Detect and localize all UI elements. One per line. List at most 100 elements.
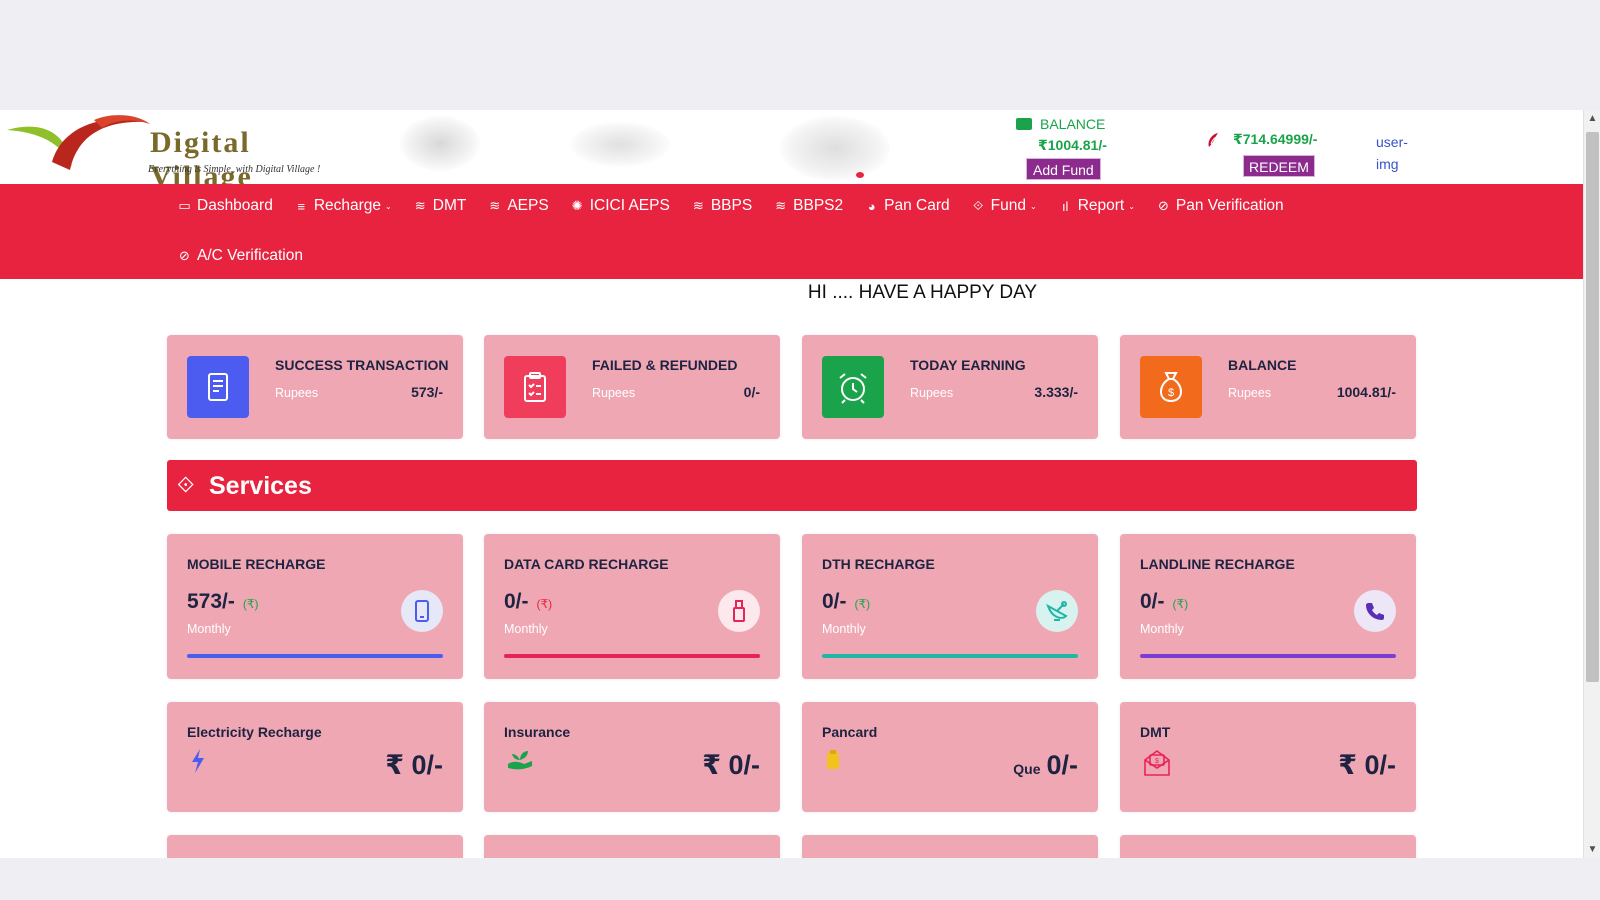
service-title: Pancard [822,724,878,740]
recharge-value: 0/- (₹) [504,590,552,614]
compass-icon: ⊘ [179,248,190,263]
nav-item-a-c-verification[interactable]: ⊘ A/C Verification [178,244,303,268]
nav-item-label: Dashboard [197,197,273,214]
stat-card-failed-refunded[interactable]: FAILED & REFUNDED Rupees 0/- [484,335,780,439]
recharge-card-landline-recharge[interactable]: LANDLINE RECHARGE 0/- (₹) Monthly [1120,534,1416,679]
service-card-insurance[interactable]: Insurance ₹ 0/- [484,702,780,812]
balance-amount: ₹1004.81/- [1038,137,1107,153]
service-card-partial[interactable] [484,835,780,858]
reward-icon [1208,133,1219,147]
nav-item-label: AEPS [507,197,549,214]
nav-item-label: Recharge [313,197,382,214]
nav-item-label: Report [1077,197,1125,214]
hand-plant-icon [506,748,534,778]
recharge-period: Monthly [187,622,231,636]
lightning-icon [189,748,207,780]
vertical-scrollbar[interactable]: ▲ ▼ [1583,110,1600,858]
nav-item-dashboard[interactable]: ▭ Dashboard [178,194,273,218]
scroll-up-arrow-icon[interactable]: ▲ [1584,110,1600,127]
service-value: ₹ 0/- [702,750,760,781]
stat-title: BALANCE [1228,357,1297,373]
nav-item-label: Pan Card [884,197,950,214]
recharge-title: MOBILE RECHARGE [187,556,326,572]
nav-item-icici-aeps[interactable]: ✺ ICICI AEPS [571,194,670,218]
layers-icon: ≋ [692,198,704,213]
service-card-partial[interactable] [167,835,463,858]
logo[interactable]: Digital Village Everything is Simple, wi… [2,112,352,193]
recharge-period: Monthly [822,622,866,636]
rupee-symbol: (₹) [242,597,259,611]
stat-value: 1004.81/- [1336,384,1396,400]
page-viewport: Digital Village Everything is Simple, wi… [0,110,1600,858]
redeem-button[interactable]: REDEEM [1243,155,1315,177]
scroll-thumb[interactable] [1586,132,1599,682]
rupee-symbol: (₹) [854,597,871,611]
service-card-dmt[interactable]: DMT $ ₹ 0/- [1120,702,1416,812]
recharge-period: Monthly [504,622,548,636]
database-icon: ≡ [297,198,306,214]
satellite-dish-icon [1036,590,1078,632]
receipt-icon [187,356,249,418]
recharge-amount: 573/- [187,590,235,613]
service-card-electricity-recharge[interactable]: Electricity Recharge ₹ 0/- [167,702,463,812]
wallet-balance: BALANCE ₹1004.81/- [1016,116,1126,154]
user-avatar[interactable]: user-img [1376,131,1420,175]
stat-card-success-transaction[interactable]: SUCCESS TRANSACTION Rupees 573/- [167,335,463,439]
main-nav: ▭ Dashboard ≡ Recharge ⌄ ≋ DMT ≋ AEPS ✺ ICICI AEPS… [0,184,1583,279]
progress-bar [1140,654,1396,658]
red-marker [856,172,864,178]
nav-item-label: DMT [432,197,467,214]
nav-item-bbps[interactable]: ≋ BBPS [692,194,752,218]
service-card-partial[interactable] [802,835,1098,858]
stat-value: 3.333/- [1034,384,1078,400]
nav-row-2: ⊘ A/C Verification [178,244,325,268]
stat-card-today-earning[interactable]: TODAY EARNING Rupees 3.333/- [802,335,1098,439]
browser-bottom-area [0,858,1600,900]
monitor-icon: ▭ [178,198,191,213]
nav-item-aeps[interactable]: ≋ AEPS [488,194,548,218]
rupee-symbol: (₹) [536,597,553,611]
nav-item-label: BBPS [710,197,753,214]
nav-item-report[interactable]: ıl Report ⌄ [1059,194,1135,218]
nav-item-label: BBPS2 [793,197,844,214]
layers-icon: ≋ [489,198,501,213]
stat-subtitle: Rupees [910,386,954,400]
recharge-card-dth-recharge[interactable]: DTH RECHARGE 0/- (₹) Monthly [802,534,1098,679]
add-fund-button[interactable]: Add Fund [1026,158,1101,180]
service-amount: ₹ 0/- [385,750,443,780]
stat-card-balance[interactable]: $ BALANCE Rupees 1004.81/- [1120,335,1416,439]
nav-item-bbps2[interactable]: ≋ BBPS2 [774,194,843,218]
chevron-down-icon: ⌄ [385,201,392,211]
nav-item-fund[interactable]: ⟐ Fund ⌄ [972,194,1037,218]
nav-item-recharge[interactable]: ≡ Recharge ⌄ [295,194,392,218]
service-card-partial[interactable] [1120,835,1416,858]
recharge-card-mobile-recharge[interactable]: MOBILE RECHARGE 573/- (₹) Monthly [167,534,463,679]
chevron-down-icon: ⌄ [1128,201,1135,211]
chevron-down-icon: ⌄ [1029,201,1037,211]
nav-item-pan-verification[interactable]: ⊘ Pan Verification [1157,194,1284,218]
recharge-amount: 0/- [822,590,847,613]
scroll-down-arrow-icon[interactable]: ▼ [1584,841,1600,858]
compass-icon: ⊘ [1157,198,1169,213]
service-title: Insurance [504,724,571,740]
codepen-icon: ⟐ [177,472,195,497]
recharge-card-data-card-recharge[interactable]: DATA CARD RECHARGE 0/- (₹) Monthly [484,534,780,679]
phone-icon [1354,590,1396,632]
progress-bar [504,654,760,658]
recharge-period: Monthly [1140,622,1184,636]
stat-value: 573/- [411,384,443,400]
nav-item-label: A/C Verification [197,247,303,264]
nav-item-label: ICICI AEPS [589,197,670,214]
nav-item-pan-card[interactable]: ◕ Pan Card [865,194,950,218]
progress-bar-fill [1140,654,1396,658]
progress-bar-fill [504,654,760,658]
recharge-value: 0/- (₹) [822,590,870,614]
stat-value: 0/- [743,384,760,400]
stat-title: TODAY EARNING [910,357,1026,373]
recharge-title: LANDLINE RECHARGE [1140,556,1295,572]
nav-item-dmt[interactable]: ≋ DMT [414,194,467,218]
stat-subtitle: Rupees [592,386,636,400]
service-card-pancard[interactable]: Pancard Que 0/- [802,702,1098,812]
logo-tagline: Everything is Simple, with Digital Villa… [148,164,321,175]
bar-chart-icon: ıl [1061,198,1069,214]
